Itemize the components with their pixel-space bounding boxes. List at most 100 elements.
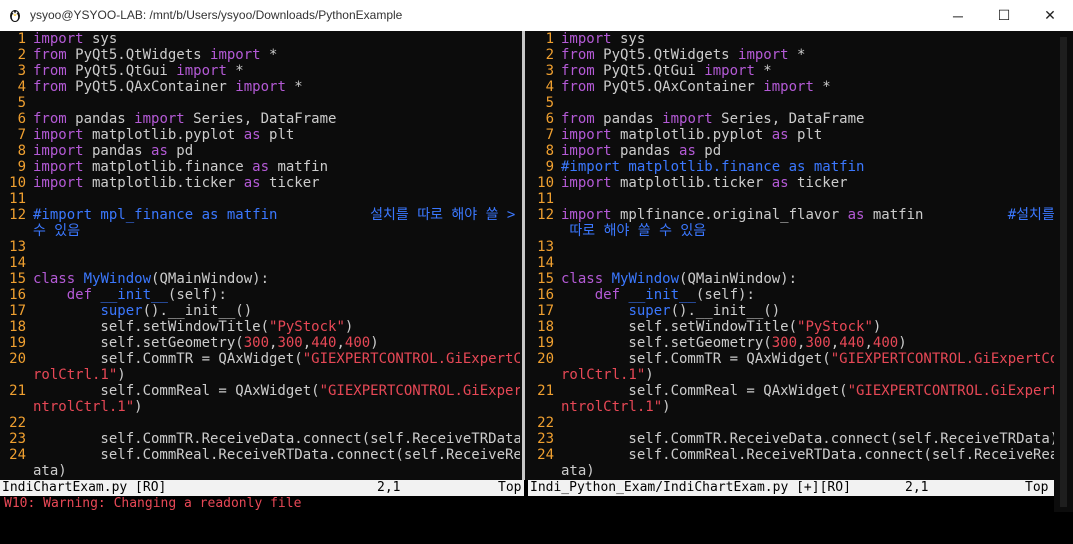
code-text: import pandas as pd — [33, 143, 194, 159]
left-status-position: 2,1 — [377, 480, 401, 495]
code-text: import sys — [561, 31, 646, 47]
line-number: 16 — [9, 287, 26, 303]
code-text: ntrolCtrl.1") — [561, 399, 671, 415]
line-number: 6 — [545, 111, 554, 127]
code-text: from pandas import Series, DataFrame — [33, 111, 337, 127]
window-title: ysyoo@YSYOO-LAB: /mnt/b/Users/ysyoo/Down… — [30, 8, 403, 22]
line-number: 14 — [537, 255, 554, 271]
code-text: from pandas import Series, DataFrame — [561, 111, 865, 127]
line-number: 22 — [9, 415, 26, 431]
right-status-line: Indi_Python_Exam/IndiChartExam.py [+][RO… — [528, 480, 1054, 496]
line-number: 15 — [9, 271, 26, 287]
terminal-scrollbar[interactable] — [1054, 31, 1073, 512]
code-text: def __init__(self): — [66, 287, 227, 303]
line-number: 7 — [17, 127, 26, 143]
code-text: self.CommTR = QAxWidget("GIEXPERTCONTROL… — [33, 351, 520, 367]
code-text: def __init__(self): — [594, 287, 755, 303]
right-status-position: 2,1 — [905, 480, 929, 495]
right-status-scroll: Top — [1025, 480, 1049, 495]
minimize-icon: ─ — [953, 7, 963, 24]
line-number: 8 — [17, 143, 26, 159]
code-text: self.CommTR = QAxWidget("GIEXPERTCONTROL… — [561, 351, 1054, 367]
code-text: import pandas as pd — [561, 143, 722, 159]
line-number: 16 — [537, 287, 554, 303]
code-text: class MyWindow(QMainWindow): — [33, 271, 270, 287]
line-number: 5 — [17, 95, 26, 111]
line-number: 24 — [537, 447, 554, 463]
code-text: super().__init__() — [100, 303, 253, 319]
line-number: 2 — [17, 47, 26, 63]
line-number: 2 — [545, 47, 554, 63]
line-number: 4 — [17, 79, 26, 95]
line-number: 3 — [17, 63, 26, 79]
code-text: import matplotlib.pyplot as plt — [561, 127, 823, 143]
scrollbar-track[interactable] — [1060, 37, 1067, 507]
code-text: self.setWindowTitle("PyStock") — [33, 319, 354, 335]
code-text: from PyQt5.QtWidgets import * — [561, 47, 806, 63]
code-text: self.CommTR.ReceiveData.connect(self.Rec… — [561, 431, 1054, 447]
close-button[interactable]: ✕ — [1027, 0, 1073, 31]
line-number: 21 — [537, 383, 554, 399]
left-editor-pane[interactable]: 1 import sys 2 from PyQt5.QtWidgets import … — [0, 31, 520, 480]
line-number: 14 — [9, 255, 26, 271]
code-text: class MyWindow(QMainWindow): — [561, 271, 798, 287]
maximize-button[interactable]: ☐ — [981, 0, 1027, 31]
line-number: 21 — [9, 383, 26, 399]
code-text: import matplotlib.pyplot as plt — [33, 127, 295, 143]
line-number: 18 — [9, 319, 26, 335]
code-text: rolCtrl.1") — [33, 367, 126, 383]
line-number: 20 — [9, 351, 26, 367]
title-bar: ysyoo@YSYOO-LAB: /mnt/b/Users/ysyoo/Down… — [0, 0, 1073, 31]
line-number: 18 — [537, 319, 554, 335]
line-number: 12 — [537, 207, 554, 223]
code-text: #import mpl_finance as matfin 설치를 따로 해야 … — [33, 207, 516, 223]
line-number: 19 — [9, 335, 26, 351]
code-text: self.CommReal.ReceiveRTData.connect(self… — [33, 447, 520, 463]
line-number: 23 — [9, 431, 26, 447]
code-text: from PyQt5.QtGui import * — [33, 63, 244, 79]
vertical-split-divider[interactable] — [520, 31, 528, 480]
line-number: 12 — [9, 207, 26, 223]
line-number: 13 — [9, 239, 26, 255]
line-number: 11 — [9, 191, 26, 207]
line-number: 8 — [545, 143, 554, 159]
line-number: 6 — [17, 111, 26, 127]
line-number: 4 — [545, 79, 554, 95]
left-status-filename: IndiChartExam.py [RO] — [2, 480, 167, 495]
left-status-line: IndiChartExam.py [RO] 2,1 Top — [0, 480, 524, 496]
code-text: super().__init__() — [628, 303, 781, 319]
line-number: 3 — [545, 63, 554, 79]
code-text: ntrolCtrl.1") — [33, 399, 143, 415]
line-number: 19 — [537, 335, 554, 351]
line-number: 7 — [545, 127, 554, 143]
code-text: 수 있음 — [33, 223, 81, 239]
line-number: 17 — [537, 303, 554, 319]
code-text: from PyQt5.QAxContainer import * — [33, 79, 303, 95]
code-text: ata) — [561, 463, 595, 479]
code-text: import mplfinance.original_flavor as mat… — [561, 207, 1054, 223]
vim-command-line[interactable]: W10: Warning: Changing a readonly file — [0, 496, 1058, 512]
code-text: rolCtrl.1") — [561, 367, 654, 383]
close-icon: ✕ — [1044, 7, 1056, 23]
code-text: self.setGeometry(300,300,440,400) — [33, 335, 379, 351]
code-text: from PyQt5.QtWidgets import * — [33, 47, 278, 63]
right-status-filename: Indi_Python_Exam/IndiChartExam.py [+][RO… — [530, 480, 851, 495]
right-editor-pane[interactable]: 1 import sys 2 from PyQt5.QtWidgets import … — [528, 31, 1054, 480]
code-text: from PyQt5.QtGui import * — [561, 63, 772, 79]
code-text: 따로 해야 쓸 수 있음 — [561, 223, 707, 239]
code-text: self.CommReal = QAxWidget("GIEXPERTCONTR… — [33, 383, 520, 399]
line-number: 20 — [537, 351, 554, 367]
line-number: 23 — [537, 431, 554, 447]
maximize-icon: ☐ — [997, 7, 1011, 23]
line-number: 9 — [17, 159, 26, 175]
line-number: 17 — [9, 303, 26, 319]
line-number: 9 — [545, 159, 554, 175]
code-text: import matplotlib.ticker as ticker — [33, 175, 320, 191]
code-text: import sys — [33, 31, 118, 47]
code-text: import matplotlib.ticker as ticker — [561, 175, 848, 191]
line-number: 1 — [545, 31, 554, 47]
line-number: 22 — [537, 415, 554, 431]
code-text: #import matplotlib.finance as matfin — [561, 159, 865, 175]
code-text: from PyQt5.QAxContainer import * — [561, 79, 831, 95]
minimize-button[interactable]: ─ — [935, 0, 981, 31]
